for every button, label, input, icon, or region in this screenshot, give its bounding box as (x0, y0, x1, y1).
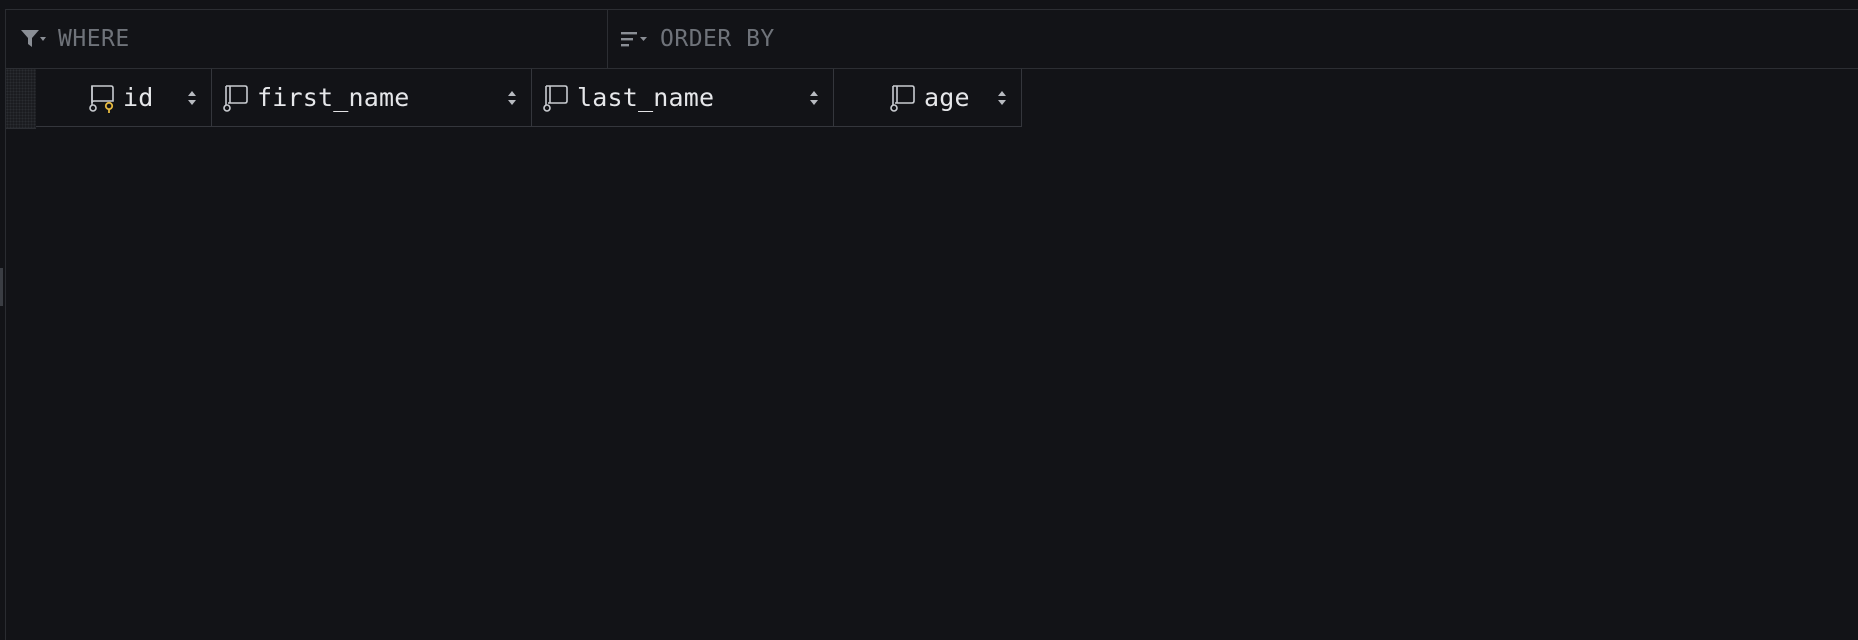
sort-toggle-icon[interactable] (187, 90, 197, 106)
column-icon (541, 83, 571, 113)
order-by-input[interactable]: ORDER BY (608, 10, 1858, 68)
sort-toggle-icon[interactable] (507, 90, 517, 106)
table-editor: WHERE ORDER BY id first_name last_name a… (0, 0, 1858, 640)
sort-lines-icon[interactable] (620, 29, 650, 49)
column-label-id: id (123, 83, 154, 112)
where-filter-input[interactable]: WHERE (6, 10, 608, 68)
column-label-first-name: first_name (257, 83, 410, 112)
resize-handle[interactable] (0, 268, 3, 306)
column-header-id[interactable]: id (36, 69, 212, 127)
sort-toggle-icon[interactable] (997, 90, 1007, 106)
filter-bar: WHERE ORDER BY (6, 10, 1858, 69)
order-by-placeholder: ORDER BY (660, 26, 775, 52)
filter-funnel-icon[interactable] (20, 29, 48, 49)
column-header-last-name[interactable]: last_name (532, 69, 834, 127)
where-placeholder: WHERE (58, 26, 130, 52)
primary-key-column-icon (87, 83, 117, 113)
sort-toggle-icon[interactable] (809, 90, 819, 106)
column-icon (221, 83, 251, 113)
table-header-row: id first_name last_name age (6, 69, 1022, 129)
column-icon (888, 83, 918, 113)
row-number-header[interactable] (6, 69, 36, 129)
column-header-age[interactable]: age (834, 69, 1022, 127)
column-header-first-name[interactable]: first_name (212, 69, 532, 127)
column-label-last-name: last_name (577, 83, 715, 112)
column-label-age: age (924, 83, 970, 112)
